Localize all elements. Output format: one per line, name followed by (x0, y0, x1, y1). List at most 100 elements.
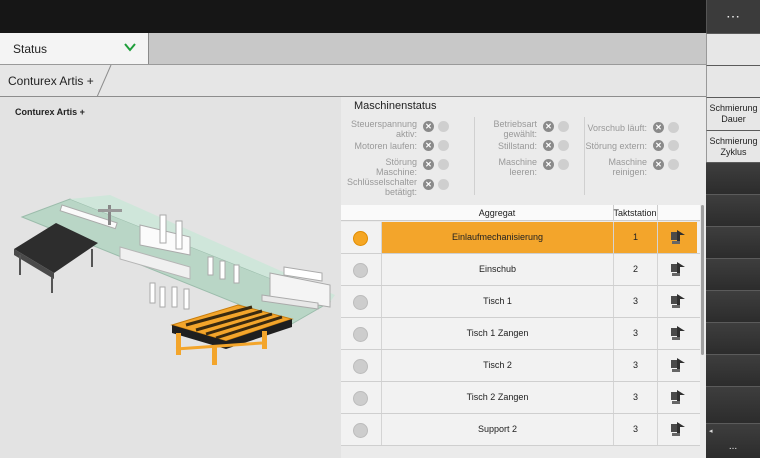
table-header: Aggregat Taktstation (341, 205, 700, 221)
status-label: Maschine leeren: (498, 157, 537, 177)
status-indicator (668, 122, 679, 133)
machine-status-grid: Steuerspannung aktiv: ✕ Motoren laufen: … (341, 115, 706, 203)
x-circle-icon: ✕ (653, 159, 664, 170)
header-divider (657, 205, 658, 221)
chevron-down-icon (124, 42, 136, 52)
status-indicator (438, 121, 449, 132)
right-button-bar: Schmierung Dauer Schmierung Zyklus ◂ ... (706, 33, 760, 458)
status-indicator (558, 140, 569, 151)
main-content: Conturex Artis + Maschinenstatus Steuers… (0, 97, 706, 458)
side-button-empty-8[interactable] (706, 386, 760, 423)
table-row[interactable]: Einschub 2 (341, 254, 700, 286)
row-status-lamp (353, 295, 368, 310)
table-row[interactable]: Tisch 1 3 (341, 286, 700, 318)
aggregate-table: Aggregat Taktstation Einlaufmechanisieru… (341, 205, 706, 458)
x-circle-icon: ✕ (653, 122, 664, 133)
row-action-button[interactable] (657, 254, 697, 285)
x-circle-icon: ✕ (653, 140, 664, 151)
row-action-button[interactable] (657, 318, 697, 349)
status-label: Stillstand: (497, 141, 537, 151)
aggregat-name: Tisch 2 Zangen (381, 382, 613, 413)
table-scrollbar[interactable] (701, 205, 704, 355)
status-label: Schlüsselschalter betätigt: (346, 177, 417, 197)
taktstation-value: 1 (613, 222, 657, 253)
machine-status-panel: Maschinenstatus Steuerspannung aktiv: ✕ … (341, 97, 706, 458)
row-status-lamp (353, 359, 368, 374)
side-button-empty-4[interactable] (706, 258, 760, 290)
machine-action-icon (671, 422, 685, 436)
lubrication-cycle-button[interactable]: Schmierung Zyklus (706, 130, 760, 162)
status-indicator (438, 140, 449, 151)
status-indicator (668, 140, 679, 151)
table-row[interactable]: Tisch 1 Zangen 3 (341, 318, 700, 350)
machine-action-icon (671, 262, 685, 276)
side-button-empty-2[interactable] (706, 194, 760, 226)
taktstation-value: 3 (613, 318, 657, 349)
aggregat-name: Support 2 (381, 414, 613, 445)
column-header-aggregat[interactable]: Aggregat (381, 208, 613, 218)
status-item: Schlüsselschalter betätigt: ✕ (341, 177, 463, 197)
machine-3d-view[interactable]: Conturex Artis + (0, 97, 341, 458)
table-row[interactable]: Support 2 3 (341, 414, 700, 446)
aggregat-name: Tisch 1 Zangen (381, 318, 613, 349)
row-status-lamp (353, 263, 368, 278)
status-dropdown[interactable]: Status (0, 33, 149, 64)
table-row[interactable]: Tisch 2 3 (341, 350, 700, 382)
lubrication-cycle-line2: Zyklus (720, 146, 747, 157)
side-button-empty-5[interactable] (706, 290, 760, 322)
row-action-button[interactable] (657, 350, 697, 381)
side-button-2[interactable] (706, 65, 760, 97)
row-action-button[interactable] (657, 382, 697, 413)
breadcrumb-item[interactable]: Conturex Artis + (8, 74, 94, 88)
lubrication-duration-button[interactable]: Schmierung Dauer (706, 97, 760, 130)
side-more-button[interactable]: ◂ ... (706, 423, 760, 458)
side-button-1[interactable] (706, 33, 760, 65)
row-action-button[interactable] (657, 222, 697, 253)
taktstation-value: 3 (613, 382, 657, 413)
aggregat-name: Tisch 2 (381, 350, 613, 381)
row-status-lamp (353, 231, 368, 246)
more-icon: ⋯ (726, 8, 741, 24)
side-button-empty-7[interactable] (706, 354, 760, 386)
status-indicator (438, 159, 449, 170)
x-circle-icon: ✕ (423, 140, 434, 151)
table-row[interactable]: Einlaufmechanisierung 1 (341, 222, 700, 254)
taktstation-value: 2 (613, 254, 657, 285)
more-label: ... (728, 441, 738, 452)
aggregat-name: Einlaufmechanisierung (381, 222, 613, 253)
x-circle-icon: ✕ (543, 121, 554, 132)
status-label: Steuerspannung aktiv: (350, 119, 417, 139)
more-menu-button[interactable]: ⋯ (706, 0, 760, 33)
status-indicator (438, 179, 449, 190)
status-item: Störung Maschine: ✕ (341, 157, 463, 177)
arrow-left-icon: ◂ (709, 428, 713, 435)
machine-status-title: Maschinenstatus (354, 100, 437, 112)
status-label: Vorschub läuft: (587, 123, 647, 133)
breadcrumb-separator (96, 65, 112, 97)
row-status-lamp (353, 423, 368, 438)
x-circle-icon: ✕ (423, 121, 434, 132)
side-button-empty-6[interactable] (706, 322, 760, 354)
row-action-button[interactable] (657, 414, 697, 445)
machine-action-icon (671, 358, 685, 372)
taktstation-value: 3 (613, 286, 657, 317)
lubrication-cycle-line1: Schmierung (709, 135, 758, 146)
row-action-button[interactable] (657, 286, 697, 317)
machine-3d-illustration (14, 195, 335, 365)
breadcrumb: Conturex Artis + (0, 65, 706, 97)
lubrication-duration-line1: Schmierung (709, 103, 758, 113)
status-item: Betriebsart gewählt: ✕ (461, 119, 583, 139)
status-label: Maschine reinigen: (608, 157, 647, 177)
x-circle-icon: ✕ (543, 140, 554, 151)
aggregat-name: Einschub (381, 254, 613, 285)
status-label: Störung Maschine: (375, 157, 417, 177)
column-header-taktstation[interactable]: Taktstation (613, 208, 657, 218)
status-label: Motoren laufen: (354, 141, 417, 151)
side-button-empty-1[interactable] (706, 162, 760, 194)
status-item: Maschine leeren: ✕ (461, 157, 583, 177)
table-row[interactable]: Tisch 2 Zangen 3 (341, 382, 700, 414)
side-button-empty-3[interactable] (706, 226, 760, 258)
status-row: Status (0, 33, 706, 65)
aggregat-name: Tisch 1 (381, 286, 613, 317)
row-status-lamp (353, 327, 368, 342)
